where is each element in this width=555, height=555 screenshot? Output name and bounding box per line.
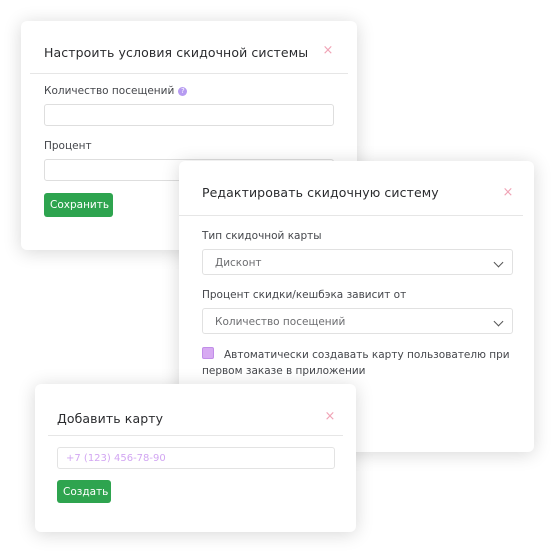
- auto-create-line2: первом заказе в приложении: [202, 365, 366, 377]
- close-icon[interactable]: ×: [502, 186, 514, 199]
- modal-header: Настроить условия скидочной системы ×: [21, 21, 357, 77]
- modal-title: Редактировать скидочную систему: [202, 185, 439, 200]
- auto-create-label: Автоматически создавать карту пользовате…: [202, 347, 522, 379]
- depends-label: Процент скидки/кешбэка зависит от: [202, 289, 407, 301]
- card-type-select[interactable]: Дисконт: [202, 249, 513, 275]
- modal-title: Добавить карту: [57, 411, 164, 426]
- auto-create-line1: Автоматически создавать карту пользовате…: [224, 349, 510, 361]
- percent-label: Процент: [44, 140, 92, 152]
- save-button[interactable]: Сохранить: [44, 193, 113, 217]
- header-divider: [48, 435, 343, 436]
- modal-title: Настроить условия скидочной системы: [44, 45, 309, 60]
- visits-input[interactable]: [44, 104, 334, 126]
- modal-header: Добавить карту ×: [35, 384, 356, 440]
- header-divider: [30, 73, 348, 74]
- phone-input[interactable]: +7 (123) 456-78-90: [57, 447, 335, 469]
- modal-header: Редактировать скидочную систему ×: [179, 161, 534, 217]
- card-type-value: Дисконт: [215, 257, 262, 269]
- add-card-modal: Добавить карту × +7 (123) 456-78-90 Созд…: [35, 384, 356, 532]
- close-icon[interactable]: ×: [322, 44, 334, 57]
- help-icon[interactable]: ?: [178, 87, 188, 96]
- close-icon[interactable]: ×: [324, 410, 336, 423]
- visits-label: Количество посещений?: [44, 85, 188, 97]
- visits-label-text: Количество посещений: [44, 85, 175, 97]
- depends-select[interactable]: Количество посещений: [202, 308, 513, 334]
- header-divider: [179, 215, 523, 216]
- chevron-down-icon: [493, 257, 504, 268]
- card-type-label: Тип скидочной карты: [202, 230, 322, 242]
- depends-value: Количество посещений: [215, 316, 346, 328]
- create-button[interactable]: Создать: [57, 480, 111, 503]
- chevron-down-icon: [493, 316, 504, 327]
